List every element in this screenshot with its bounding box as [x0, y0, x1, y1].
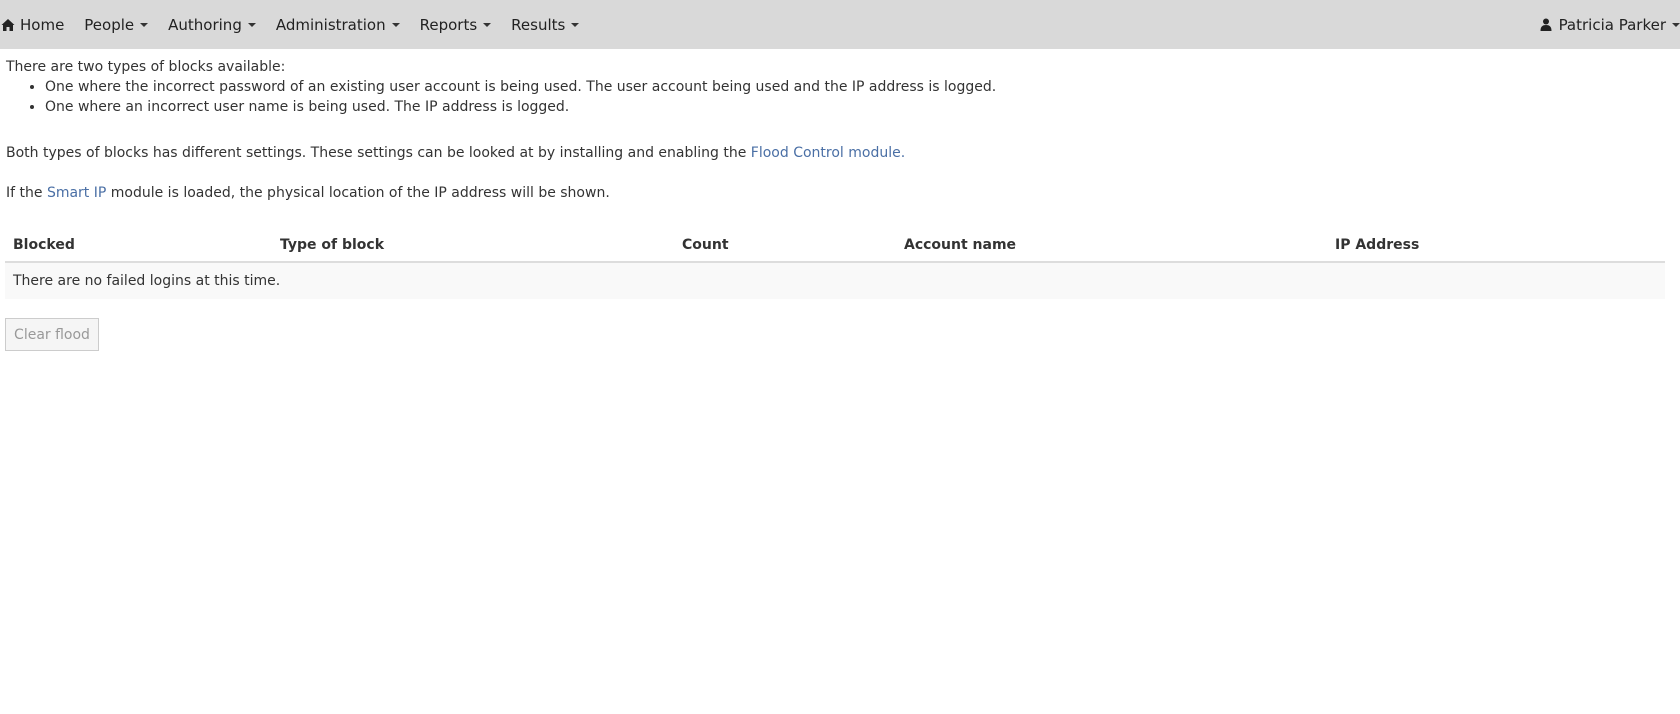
failed-logins-table-wrapper: Blocked Type of block Count Account name…	[5, 229, 1665, 299]
flood-control-link[interactable]: Flood Control module.	[751, 145, 905, 161]
nav-authoring-label: Authoring	[168, 15, 242, 34]
smart-ip-link[interactable]: Smart IP	[47, 185, 106, 201]
column-header-type: Type of block	[272, 229, 674, 263]
nav-people-menu[interactable]: People	[84, 15, 149, 34]
location-paragraph: If the Smart IP module is loaded, the ph…	[6, 184, 1666, 203]
nav-reports-menu[interactable]: Reports	[420, 16, 492, 34]
chevron-down-icon	[140, 23, 149, 27]
column-header-count: Count	[674, 229, 896, 263]
nav-menu: Home People Authoring Administration Rep…	[0, 0, 580, 49]
main-content: There are two types of blocks available:…	[6, 58, 1666, 203]
nav-administration-menu[interactable]: Administration	[276, 16, 400, 34]
home-icon	[1, 18, 15, 31]
nav-results-label: Results	[511, 15, 566, 34]
empty-table-message: There are no failed logins at this time.	[5, 262, 1665, 299]
nav-home-link[interactable]: Home	[1, 16, 64, 34]
user-icon	[1540, 18, 1552, 31]
settings-paragraph: Both types of blocks has different setti…	[6, 144, 1666, 163]
nav-administration-label: Administration	[275, 15, 386, 34]
column-header-account: Account name	[896, 229, 1327, 263]
location-text-suffix: module is loaded, the physical location …	[106, 185, 610, 201]
user-menu-area: Patricia Parker	[1540, 0, 1680, 49]
nav-reports-label: Reports	[419, 15, 478, 34]
column-header-blocked: Blocked	[5, 229, 272, 263]
chevron-down-icon	[247, 23, 256, 27]
user-menu[interactable]: Patricia Parker	[1540, 16, 1680, 34]
clear-flood-button[interactable]: Clear flood	[5, 318, 99, 351]
user-name: Patricia Parker	[1558, 15, 1666, 34]
chevron-down-icon	[483, 23, 492, 27]
location-text-prefix: If the	[6, 185, 47, 201]
nav-people-label: People	[84, 15, 135, 34]
chevron-down-icon	[1672, 23, 1680, 27]
nav-results-menu[interactable]: Results	[511, 15, 580, 34]
chevron-down-icon	[391, 23, 400, 27]
intro-text: There are two types of blocks available:	[6, 59, 286, 75]
table-header-row: Blocked Type of block Count Account name…	[5, 229, 1665, 263]
list-item: One where the incorrect password of an e…	[45, 77, 1666, 97]
nav-authoring-menu[interactable]: Authoring	[168, 16, 256, 34]
settings-text: Both types of blocks has different setti…	[6, 145, 751, 161]
block-types-list: One where the incorrect password of an e…	[6, 77, 1666, 117]
nav-home-label: Home	[20, 15, 65, 34]
list-item: One where an incorrect user name is bein…	[45, 97, 1666, 117]
top-navbar: Home People Authoring Administration Rep…	[0, 0, 1680, 49]
column-header-ip: IP Address	[1327, 229, 1665, 263]
chevron-down-icon	[571, 23, 580, 27]
table-row: There are no failed logins at this time.	[5, 262, 1665, 299]
failed-logins-table: Blocked Type of block Count Account name…	[5, 229, 1665, 299]
